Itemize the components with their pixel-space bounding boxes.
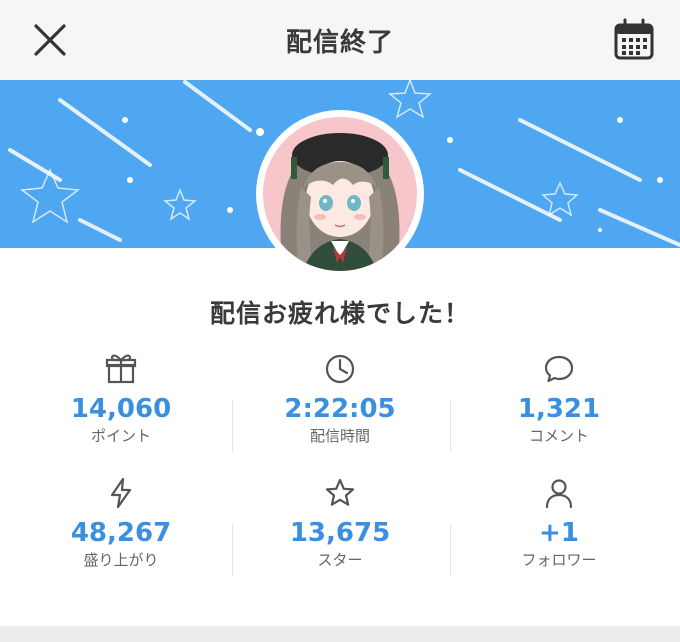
header-bar: 配信終了 [0, 0, 680, 80]
stat-value: 48,267 [70, 518, 172, 548]
lightning-icon [110, 477, 132, 509]
stat-label: スター [317, 551, 363, 569]
calendar-icon [614, 18, 654, 60]
footer-strip [0, 626, 680, 642]
avatar-image [263, 117, 417, 271]
stat-stars: 13,675 スター [227, 476, 453, 569]
stat-duration: 2:22:05 配信時間 [227, 352, 453, 445]
comment-icon [544, 355, 574, 383]
stat-value: 1,321 [517, 394, 601, 424]
stat-label: コメント [528, 427, 589, 445]
avatar [256, 110, 424, 278]
stat-comments: 1,321 コメント [446, 352, 672, 445]
stat-points: 14,060 ポイント [8, 352, 234, 445]
stat-value: 14,060 [70, 394, 172, 424]
stat-excitement: 48,267 盛り上がり [8, 476, 234, 569]
stat-value: 2:22:05 [284, 394, 396, 424]
greeting-message: 配信お疲れ様でした！ [209, 299, 470, 328]
stat-label: ポイント [90, 427, 151, 445]
stat-value: 13,675 [289, 518, 391, 548]
page-title: 配信終了 [285, 28, 394, 58]
stat-followers: +1 フォロワー [446, 476, 672, 569]
stat-label: 盛り上がり [83, 551, 159, 569]
clock-icon [325, 354, 355, 384]
stat-value: +1 [539, 518, 579, 548]
calendar-button[interactable] [612, 18, 656, 62]
stat-label: フォロワー [521, 551, 597, 569]
stat-label: 配信時間 [309, 427, 370, 445]
gift-icon [105, 354, 137, 384]
person-icon [545, 479, 573, 509]
star-icon [325, 478, 355, 506]
